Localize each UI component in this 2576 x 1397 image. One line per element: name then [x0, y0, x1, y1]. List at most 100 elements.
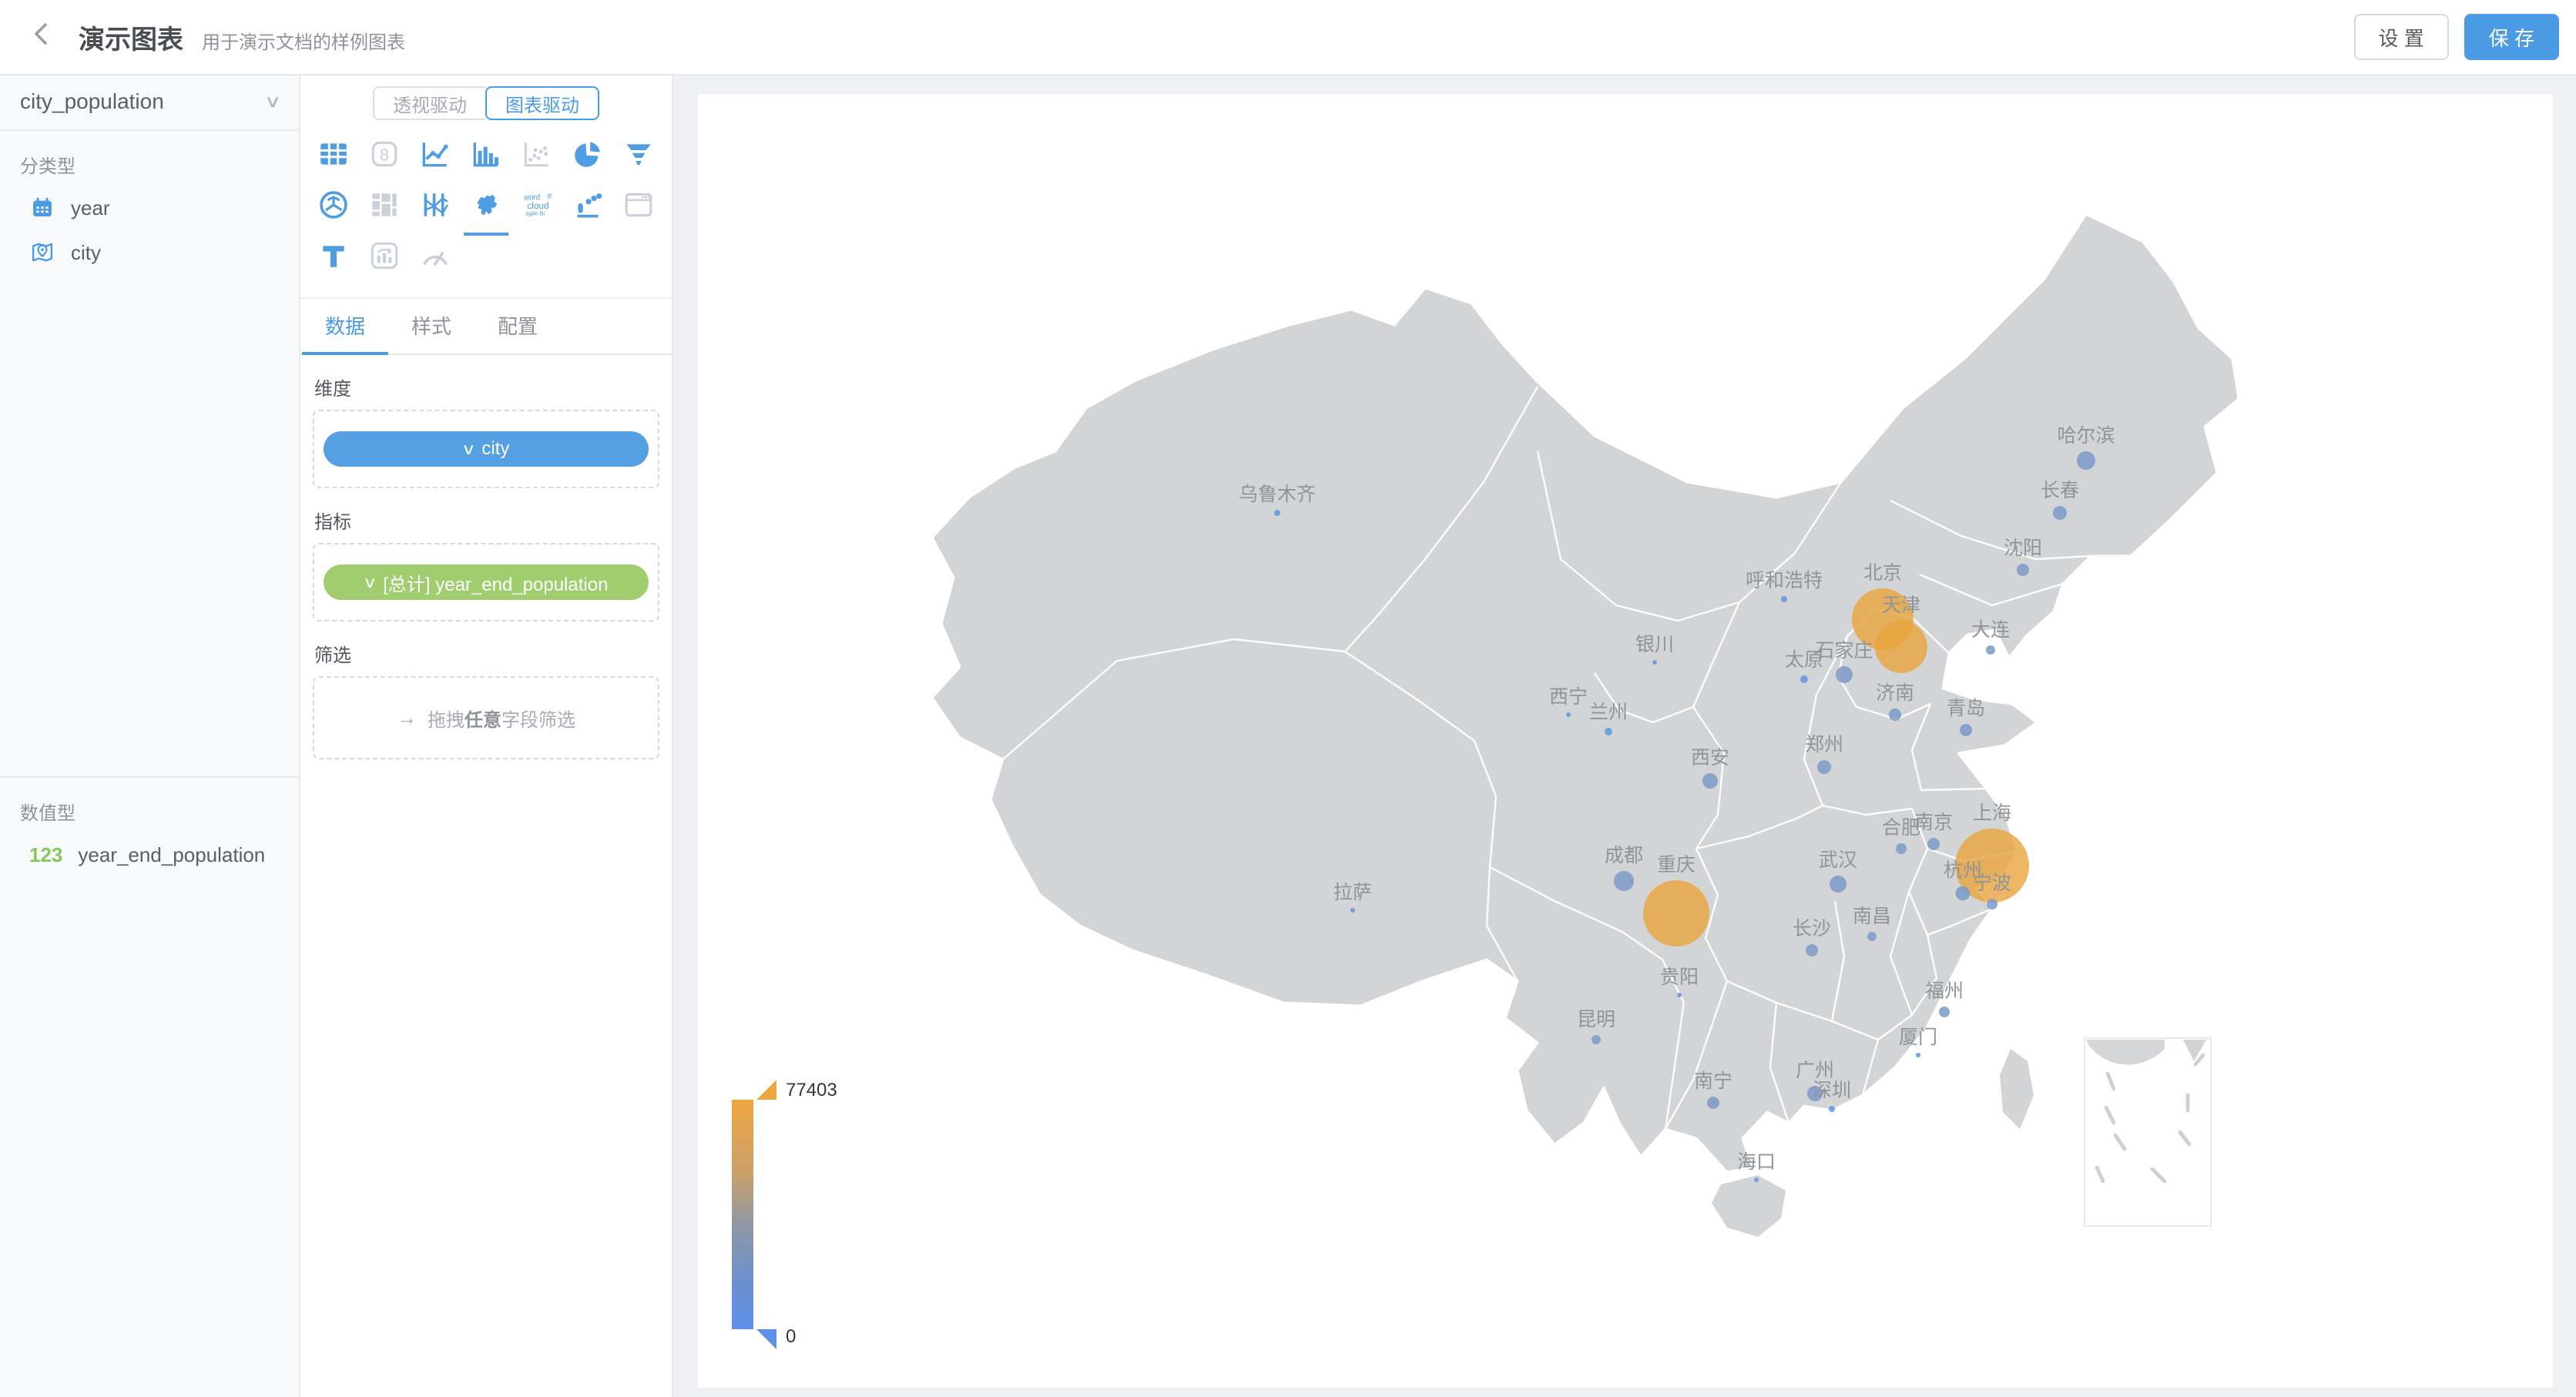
svg-text:BI: BI: [546, 193, 552, 199]
tab-数据[interactable]: 数据: [302, 299, 388, 353]
city-bubble[interactable]: [1350, 908, 1355, 913]
city-bubble[interactable]: [2053, 506, 2067, 520]
city-bubble[interactable]: [1605, 728, 1612, 735]
chevron-down-icon: ∨: [362, 573, 377, 592]
hainan-island: [1712, 1175, 1786, 1237]
chevron-down-icon: ∨: [264, 92, 282, 112]
city-bubble[interactable]: [1817, 760, 1831, 774]
city-label: 广州: [1796, 1060, 1834, 1081]
dataset-select[interactable]: city_population ∨: [0, 74, 299, 131]
city-bubble[interactable]: [1939, 1007, 1950, 1017]
city-bubble[interactable]: [1927, 838, 1940, 850]
city-bubble[interactable]: [1960, 724, 1972, 736]
number-card-icon[interactable]: 8: [359, 131, 410, 177]
china-map[interactable]: 北京天津上海重庆乌鲁木齐哈尔滨长春沈阳呼和浩特大连太原石家庄济南青岛郑州银川西宁…: [698, 94, 2553, 1388]
save-button[interactable]: 保 存: [2464, 14, 2559, 60]
word-cloud-icon[interactable]: wordcloudagile BiBI: [512, 182, 562, 228]
city-bubble[interactable]: [1592, 1035, 1601, 1044]
field-item[interactable]: year: [0, 186, 299, 230]
city-label: 海口: [1737, 1151, 1776, 1173]
city-bubble[interactable]: [1274, 510, 1280, 516]
city-label: 乌鲁木齐: [1239, 484, 1316, 505]
city-label: 天津: [1882, 595, 1920, 616]
measure-dropzone[interactable]: ∨ [总计] year_end_population: [313, 543, 659, 621]
line-chart-icon[interactable]: [410, 131, 461, 177]
category-field-list: yearcity: [0, 186, 299, 275]
map-legend: 77403 0: [732, 1080, 901, 1372]
city-bubble[interactable]: [1806, 944, 1818, 956]
city-bubble[interactable]: [1867, 932, 1877, 941]
step-bubble-icon[interactable]: [562, 182, 613, 228]
city-label: 南宁: [1694, 1070, 1732, 1092]
legend-min-marker: [756, 1329, 776, 1349]
page-title: 演示图表: [79, 18, 183, 56]
header: 演示图表 用于演示文档的样例图表 设 置 保 存: [0, 0, 2576, 75]
field-label: year_end_population: [78, 843, 265, 867]
city-bubble[interactable]: [1956, 886, 1971, 901]
radar-chart-icon[interactable]: [308, 182, 359, 228]
city-bubble[interactable]: [1916, 1053, 1920, 1057]
dimension-chip[interactable]: ∨ city: [324, 431, 649, 467]
city-label: 上海: [1973, 802, 2011, 824]
china-map-icon[interactable]: [461, 182, 512, 228]
city-bubble[interactable]: [1889, 709, 1901, 721]
city-label: 兰州: [1589, 702, 1628, 723]
page-subtitle: 用于演示文档的样例图表: [202, 21, 405, 54]
field-item[interactable]: 123 year_end_population: [0, 833, 299, 877]
dimension-dropzone[interactable]: ∨ city: [313, 410, 659, 488]
funnel-chart-icon[interactable]: [613, 131, 664, 177]
map-pin-icon: [29, 240, 55, 266]
numeric-field-list: 123 year_end_population: [0, 833, 299, 877]
card-frame-icon[interactable]: [613, 182, 664, 228]
city-bubble[interactable]: [1652, 660, 1657, 665]
city-label: 西宁: [1549, 686, 1588, 708]
city-label: 昆明: [1577, 1009, 1615, 1030]
number-123-icon: 123: [29, 843, 62, 867]
mode-toggle-active[interactable]: 图表驱动: [485, 86, 599, 120]
city-bubble[interactable]: [1702, 773, 1718, 789]
combo-chart-icon[interactable]: [359, 233, 410, 279]
city-bubble[interactable]: [1707, 1097, 1719, 1109]
city-label: 长沙: [1793, 918, 1831, 940]
filter-dropzone[interactable]: → 拖拽任意字段筛选: [313, 676, 659, 759]
city-bubble[interactable]: [1830, 876, 1846, 893]
back-button[interactable]: [25, 20, 59, 54]
chevron-left-icon: [29, 22, 54, 52]
chart-config-panel: 透视驱动图表驱动 8wordcloudagile BiBI 数据样式配置 维度 …: [300, 74, 673, 1397]
city-bubble[interactable]: [1829, 1106, 1835, 1112]
city-bubble[interactable]: [1566, 712, 1571, 717]
parallel-chart-icon[interactable]: [410, 182, 461, 228]
measure-chip[interactable]: ∨ [总计] year_end_population: [324, 564, 649, 600]
city-bubble[interactable]: [2077, 451, 2095, 470]
city-label: 北京: [1863, 562, 1902, 584]
tab-配置[interactable]: 配置: [475, 299, 561, 353]
city-bubble[interactable]: [1614, 871, 1634, 891]
city-label: 厦门: [1899, 1027, 1937, 1048]
city-label: 青岛: [1947, 698, 1985, 719]
text-chart-icon[interactable]: [308, 233, 359, 279]
tab-样式[interactable]: 样式: [388, 299, 475, 353]
city-bubble[interactable]: [1677, 993, 1682, 997]
field-item[interactable]: city: [0, 230, 299, 275]
city-bubble[interactable]: [1987, 899, 1997, 910]
settings-button[interactable]: 设 置: [2354, 14, 2449, 60]
scatter-chart-icon[interactable]: [512, 131, 562, 177]
city-bubble[interactable]: [1754, 1178, 1759, 1182]
city-label: 银川: [1635, 634, 1674, 655]
pie-chart-icon[interactable]: [562, 131, 613, 177]
mosaic-chart-icon[interactable]: [359, 182, 410, 228]
city-label: 郑州: [1805, 734, 1843, 755]
city-bubble[interactable]: [1781, 596, 1787, 602]
city-bubble[interactable]: [1800, 675, 1808, 683]
table-icon[interactable]: [308, 131, 359, 177]
city-bubble[interactable]: [1836, 666, 1853, 683]
city-bubble[interactable]: [1986, 645, 1995, 655]
mode-toggle-inactive[interactable]: 透视驱动: [373, 86, 485, 120]
city-bubble[interactable]: [2017, 564, 2029, 576]
city-bubble[interactable]: [1896, 843, 1907, 854]
city-label: 成都: [1605, 845, 1643, 866]
gauge-chart-icon[interactable]: [410, 233, 461, 279]
bar-chart-icon[interactable]: [461, 131, 512, 177]
city-bubble[interactable]: [1875, 621, 1927, 673]
city-bubble[interactable]: [1643, 880, 1709, 946]
